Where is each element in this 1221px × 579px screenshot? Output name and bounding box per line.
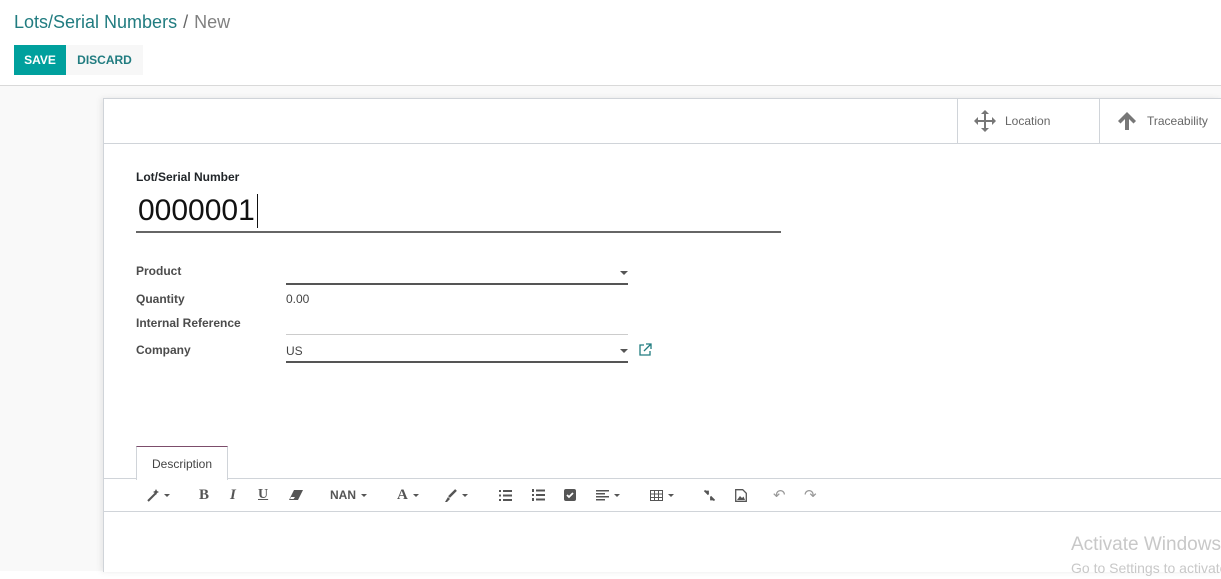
watermark-title: Activate Windows <box>1071 534 1221 555</box>
internal-reference-input[interactable] <box>286 314 628 335</box>
table-icon <box>650 489 663 501</box>
discard-button[interactable]: DISCARD <box>66 45 143 75</box>
bullet-list-button[interactable] <box>499 487 512 503</box>
editor-toolbar: B I U NAN A ↶ ↷ <box>104 478 1221 512</box>
lot-serial-value: 0000001 <box>138 194 255 227</box>
arrow-up-icon <box>1118 112 1136 130</box>
align-left-icon <box>596 489 609 500</box>
lot-serial-label: Lot/Serial Number <box>136 170 240 184</box>
font-size-dropdown[interactable]: NAN <box>330 487 367 503</box>
external-link-icon[interactable] <box>638 343 652 357</box>
internal-reference-label: Internal Reference <box>136 316 241 330</box>
control-panel: Lots/Serial Numbers / New SAVE DISCARD <box>0 0 1221 86</box>
bold-button[interactable]: B <box>199 487 209 503</box>
list-ul-icon <box>499 489 512 501</box>
company-select[interactable]: US <box>286 341 628 363</box>
product-select[interactable] <box>286 263 628 285</box>
magic-wand-icon <box>147 488 159 502</box>
smart-button-box: Location Traceability <box>104 99 1221 144</box>
checkbox-icon <box>564 489 576 501</box>
chevron-down-icon <box>620 349 628 353</box>
form-sheet: Location Traceability Lot/Serial Number … <box>103 98 1221 572</box>
eraser-icon <box>289 490 303 500</box>
traceability-label: Traceability <box>1147 114 1208 128</box>
breadcrumb: Lots/Serial Numbers / New <box>14 12 230 33</box>
location-label: Location <box>1005 114 1051 128</box>
checklist-button[interactable] <box>564 487 576 503</box>
location-button[interactable]: Location <box>957 99 1099 143</box>
style-dropdown[interactable] <box>146 487 170 503</box>
breadcrumb-current: New <box>194 12 231 32</box>
product-label: Product <box>136 264 182 278</box>
quantity-label: Quantity <box>136 292 185 306</box>
table-dropdown[interactable] <box>650 487 674 503</box>
redo-button[interactable]: ↷ <box>804 487 817 504</box>
undo-button[interactable]: ↶ <box>773 487 786 504</box>
text-cursor <box>256 194 258 228</box>
quantity-value: 0.00 <box>286 292 310 306</box>
numbered-list-button[interactable] <box>532 487 545 503</box>
italic-button[interactable]: I <box>230 487 236 503</box>
image-icon <box>735 488 747 502</box>
traceability-button[interactable]: Traceability <box>1099 99 1221 143</box>
font-color-dropdown[interactable]: A <box>397 487 419 503</box>
save-button[interactable]: SAVE <box>14 45 66 75</box>
image-button[interactable] <box>735 487 747 503</box>
arrows-move-icon <box>974 110 996 132</box>
eraser-button[interactable] <box>289 487 303 503</box>
list-ol-icon <box>532 489 545 501</box>
redo-icon: ↷ <box>804 487 817 504</box>
lot-serial-input[interactable]: 0000001 <box>136 191 781 233</box>
breadcrumb-parent-link[interactable]: Lots/Serial Numbers <box>14 12 177 32</box>
company-label: Company <box>136 343 191 357</box>
watermark-subtitle: Go to Settings to activate Windows. <box>1071 560 1221 576</box>
company-value: US <box>286 344 303 358</box>
link-button[interactable] <box>703 487 716 503</box>
tab-description[interactable]: Description <box>136 446 228 480</box>
underline-button[interactable]: U <box>258 487 268 503</box>
paint-brush-icon <box>445 488 457 502</box>
activate-windows-watermark: Activate Windows Go to Settings to activ… <box>1071 534 1221 579</box>
link-icon <box>703 489 716 501</box>
background-color-dropdown[interactable] <box>444 487 468 503</box>
font-size-label: NAN <box>330 488 356 502</box>
paragraph-align-dropdown[interactable] <box>596 487 620 503</box>
font-color-icon: A <box>397 486 408 503</box>
undo-icon: ↶ <box>773 487 786 504</box>
breadcrumb-separator: / <box>183 12 189 32</box>
chevron-down-icon <box>620 271 628 275</box>
